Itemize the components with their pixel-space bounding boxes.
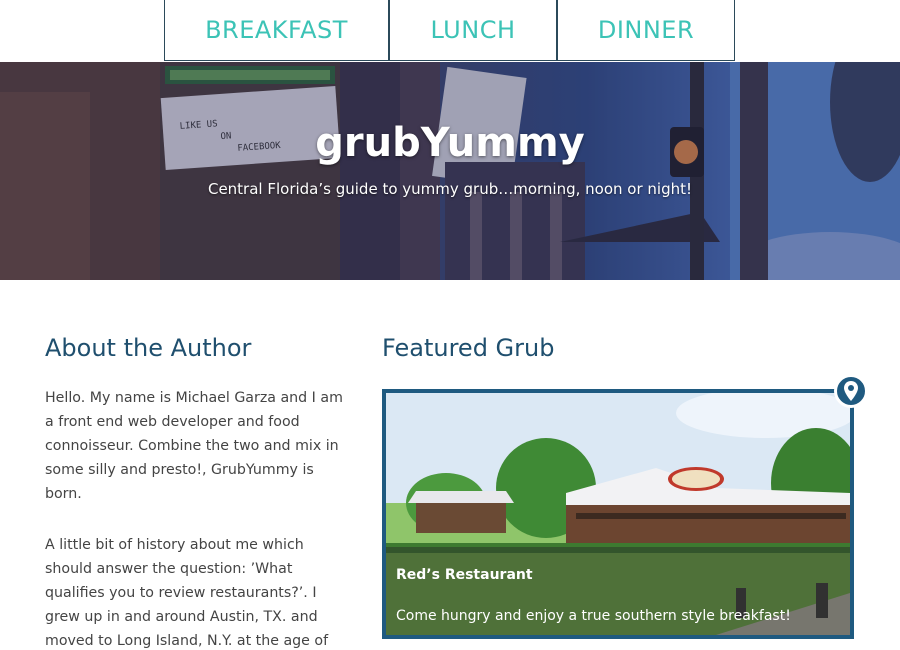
hero-banner: LIKE US ON FACEBOOK grubYummy Central Fl… (0, 62, 900, 280)
site-tagline: Central Florida’s guide to yummy grub…mo… (207, 180, 693, 198)
site-title: grubYummy (315, 120, 585, 166)
nav-tab-breakfast[interactable]: BREAKFAST (164, 0, 389, 61)
map-pin-icon[interactable] (834, 374, 868, 408)
hero-overlay (0, 62, 900, 280)
restaurant-description: Come hungry and enjoy a true southern st… (396, 608, 791, 624)
nav-tab-dinner[interactable]: DINNER (557, 0, 735, 61)
restaurant-name: Red’s Restaurant (396, 567, 533, 583)
about-paragraph-1: Hello. My name is Michael Garza and I am… (45, 390, 343, 502)
top-nav: BREAKFAST LUNCH DINNER (0, 0, 900, 62)
featured-card[interactable]: Red’s Restaurant Come hungry and enjoy a… (382, 389, 854, 639)
about-paragraph-2: A little bit of history about me which s… (45, 537, 329, 649)
nav-tab-lunch[interactable]: LUNCH (389, 0, 557, 61)
featured-heading: Featured Grub (382, 334, 555, 362)
about-section: About the Author Hello. My name is Micha… (45, 330, 350, 650)
about-heading: About the Author (45, 334, 252, 362)
featured-section: Featured Grub Red’s Restaurant Come hung… (382, 330, 872, 639)
map-pin-glyph (844, 381, 858, 401)
